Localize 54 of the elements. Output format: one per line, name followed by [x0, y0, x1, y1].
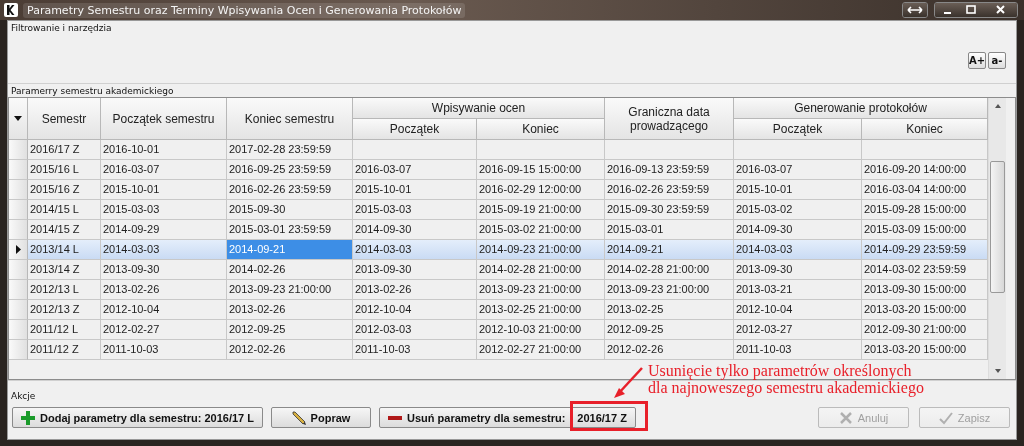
table-row[interactable]: 2012/13 L 2013-02-26 2013-09-23 21:00:00 2013-02-26 2013-09-23 21:00:00 2013-09-23 21:00:00 2013-03-21 2013-09-30 15:00:00: [9, 280, 988, 300]
annotation-arrow: [612, 366, 644, 399]
table-row[interactable]: 2015/16 L 2016-03-07 2016-09-25 23:59:59 2016-03-07 2016-09-15 15:00:00 2016-09-13 23:59:59 2016-03-07 2016-09-20 14:00:00: [9, 160, 988, 180]
window-title: Parametry Semestru oraz Terminy Wpisywania Ocen i Generowania Protokołów: [23, 2, 466, 18]
font-increase-button[interactable]: A+: [968, 52, 986, 69]
table-cell: 2012-02-26: [227, 340, 353, 360]
add-button[interactable]: Dodaj parametry dla semestru: 2016/17 L: [12, 407, 263, 428]
group-label: Paramerry semestru akademickiego: [10, 85, 175, 97]
current-row-icon: [15, 245, 21, 254]
column-header[interactable]: Koniec: [862, 119, 988, 140]
column-header[interactable]: Koniec: [477, 119, 605, 140]
column-header[interactable]: Graniczna data prowadzącego: [605, 98, 734, 140]
scrollbar-thumb[interactable]: [990, 161, 1005, 293]
resize-icon[interactable]: [903, 3, 927, 17]
table-row[interactable]: 2016/17 Z 2016-10-01 2017-02-28 23:59:59: [9, 140, 988, 160]
pencil-icon: [291, 410, 306, 425]
scroll-up-icon[interactable]: [994, 104, 1001, 108]
plus-icon: [21, 410, 35, 425]
app-logo-icon: [4, 3, 18, 17]
table-row[interactable]: 2014/15 L 2015-03-03 2015-09-30 2015-03-03 2015-09-19 21:00:00 2015-09-30 23:59:59 2015-03-02 2015-09-28 15:00:00: [9, 200, 988, 220]
column-group-header: Wpisywanie ocen: [353, 98, 605, 119]
group-label: Akcje: [10, 390, 37, 402]
check-icon: [938, 410, 953, 425]
table-row[interactable]: 2011/12 L 2012-02-27 2012-09-25 2012-03-03 2012-10-03 21:00:00 2012-09-25 2012-03-27 2012-09-30 21:00:00: [9, 320, 988, 340]
dropdown-caret-icon[interactable]: [14, 116, 22, 121]
table-row[interactable]: 2011/12 Z 2011-10-03 2012-02-26 2011-10-03 2012-02-27 21:00:00 2012-02-26 2011-10-03 2013-03-20 15:00:00: [9, 340, 988, 360]
edit-button[interactable]: Popraw: [271, 407, 371, 428]
close-icon[interactable]: [983, 3, 1017, 17]
column-group-header: Generowanie protokołów: [734, 98, 988, 119]
vertical-scrollbar[interactable]: [988, 98, 1006, 379]
table-row[interactable]: 2013/14 Z 2013-09-30 2014-02-26 2013-09-30 2014-02-28 21:00:00 2014-02-28 21:00:00 2013-09-30 2014-03-02 23:59:59: [9, 260, 988, 280]
scroll-down-icon[interactable]: [994, 369, 1001, 373]
table-cell: 2011-10-03: [734, 340, 862, 360]
column-header[interactable]: Początek: [353, 119, 477, 140]
column-header[interactable]: Semestr: [28, 98, 101, 140]
table-cell: 2012-02-27 21:00:00: [477, 340, 605, 360]
table-cell: 2012-02-26: [605, 340, 734, 360]
column-header[interactable]: Koniec semestru: [227, 98, 353, 140]
minimize-icon[interactable]: [935, 3, 959, 17]
group-label: Filtrowanie i narzędzia: [10, 22, 113, 34]
column-header[interactable]: Początek: [734, 119, 862, 140]
font-decrease-button[interactable]: a-: [988, 52, 1006, 69]
table-row[interactable]: 2015/16 Z 2015-10-01 2016-02-26 23:59:59 2015-10-01 2016-02-29 12:00:00 2016-02-26 23:59:59 2015-10-01 2016-03-04 14:00:00: [9, 180, 988, 200]
table-cell: 2011-10-03: [353, 340, 477, 360]
table-row[interactable]: 2013/14 L 2014-03-03 2014-09-21 2014-03-03 2014-09-23 21:00:00 2014-09-21 2014-03-03 2014-09-29 23:59:59: [9, 240, 988, 260]
table-cell: 2011/12 Z: [28, 340, 101, 360]
column-header[interactable]: Początek semestru: [101, 98, 227, 140]
table-cell: 2011-10-03: [101, 340, 227, 360]
table-cell: 2014-09-21: [227, 240, 353, 260]
table-row[interactable]: 2012/13 Z 2012-10-04 2013-02-26 2012-10-04 2013-02-25 21:00:00 2013-02-25 2012-10-04 2013-03-20 15:00:00: [9, 300, 988, 320]
cross-icon: [838, 410, 853, 425]
delete-button[interactable]: Usuń parametry dla semestru: 2016/17 Z: [379, 407, 636, 428]
table-row[interactable]: 2014/15 Z 2014-09-29 2015-03-01 23:59:59 2014-09-30 2015-03-02 21:00:00 2015-03-01 2014-09-30 2015-03-09 15:00:00: [9, 220, 988, 240]
annotation-text: Usunięcie tylko parametrów określonych dla najnoweszego semestru akademickiego: [648, 362, 924, 396]
